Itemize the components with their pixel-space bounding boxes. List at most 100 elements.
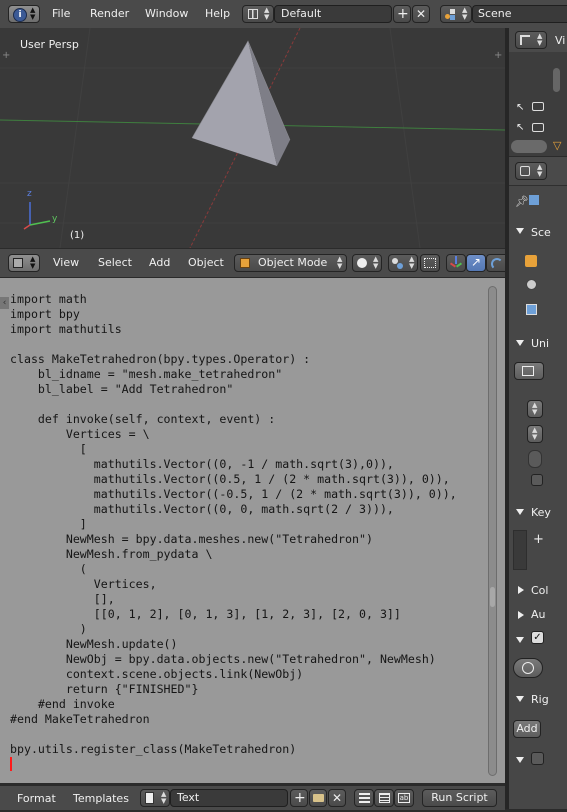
section-expand-icon[interactable]	[516, 340, 524, 346]
units-preset-button[interactable]	[514, 362, 544, 380]
units-dropdown-1[interactable]: ▲ ▼	[527, 400, 543, 418]
code-line[interactable]: import bpy	[10, 307, 457, 322]
code-line[interactable]	[10, 397, 457, 412]
area-corner-arrow[interactable]: ‹	[0, 297, 9, 309]
filter-funnel-icon[interactable]: ▽	[553, 139, 561, 152]
code-line[interactable]: bpy.utils.register_class(MakeTetrahedron…	[10, 742, 457, 757]
rotate-manipulator-button[interactable]	[486, 254, 505, 272]
code-line[interactable]: NewMesh.from_pydata \	[10, 547, 457, 562]
menu-templates[interactable]: Templates	[73, 786, 129, 810]
section-keying-sets[interactable]: Key	[531, 506, 567, 519]
menu-format[interactable]: Format	[17, 786, 56, 810]
code-line[interactable]: bl_label = "Add Tetrahedron"	[10, 382, 457, 397]
scene-name-field[interactable]: Scene	[472, 5, 567, 23]
code-line[interactable]: [	[10, 442, 457, 457]
run-script-button[interactable]: Run Script	[422, 789, 497, 807]
section-audio[interactable]: Au	[531, 608, 567, 621]
code-line[interactable]: return {"FINISHED"}	[10, 682, 457, 697]
code-line[interactable]: [[0, 1, 2], [0, 1, 3], [1, 2, 3], [2, 0,…	[10, 607, 457, 622]
code-line[interactable]: bl_idname = "mesh.make_tetrahedron"	[10, 367, 457, 382]
render-camera-icon[interactable]	[532, 102, 544, 111]
code-line[interactable]: Vertices = \	[10, 427, 457, 442]
select-cursor-icon[interactable]: ↖	[516, 102, 524, 113]
menu-object[interactable]: Object	[188, 249, 224, 277]
code-line[interactable]: mathutils.Vector((0, 0, math.sqrt(2 / 3)…	[10, 502, 457, 517]
code-line[interactable]: mathutils.Vector((-0.5, 1 / (2 * math.sq…	[10, 487, 457, 502]
menu-add[interactable]: Add	[149, 249, 170, 277]
outliner-search-field[interactable]	[511, 140, 547, 153]
section-expand-icon[interactable]	[516, 637, 524, 643]
area-split-plus-icon[interactable]: +	[2, 50, 10, 61]
code-line[interactable]: def invoke(self, context, event) :	[10, 412, 457, 427]
code-line[interactable]: [],	[10, 592, 457, 607]
mode-selector[interactable]: Object Mode ▲ ▼	[234, 254, 347, 272]
gravity-checkbox[interactable]: ✓	[531, 631, 544, 644]
code-line[interactable]: mathutils.Vector((0, -1 / math.sqrt(3),0…	[10, 457, 457, 472]
units-dropdown-2[interactable]: ▲ ▼	[527, 425, 543, 443]
word-wrap-toggle[interactable]	[374, 789, 394, 807]
gravity-vector-button[interactable]	[513, 658, 543, 678]
section-expand-icon[interactable]	[516, 509, 524, 515]
delete-screen-button[interactable]: ✕	[412, 5, 430, 23]
python-script-code[interactable]: import math import bpy import mathutils cl…	[10, 292, 457, 757]
units-checkbox[interactable]	[531, 474, 543, 486]
code-line[interactable]: NewObj = bpy.data.objects.new("Tetrahedr…	[10, 652, 457, 667]
new-text-button[interactable]: +	[290, 789, 308, 807]
section-expand-icon[interactable]	[516, 757, 524, 763]
section-color-management[interactable]: Col	[531, 584, 567, 597]
code-line[interactable]: NewMesh.update()	[10, 637, 457, 652]
keying-sets-list[interactable]	[513, 530, 527, 570]
unlink-text-button[interactable]: ✕	[328, 789, 346, 807]
code-line[interactable]	[10, 727, 457, 742]
plus-icon[interactable]: +	[533, 532, 544, 547]
code-line[interactable]	[10, 337, 457, 352]
section-expand-icon[interactable]	[516, 696, 524, 702]
code-line[interactable]: import math	[10, 292, 457, 307]
open-text-button[interactable]	[309, 789, 327, 807]
transform-manipulator-button[interactable]	[446, 254, 466, 272]
code-line[interactable]: )	[10, 622, 457, 637]
code-line[interactable]: #end invoke	[10, 697, 457, 712]
manipulator-toggle-button[interactable]	[420, 254, 440, 272]
code-line[interactable]: NewMesh = bpy.data.meshes.new("Tetrahedr…	[10, 532, 457, 547]
outliner-editor-type-button[interactable]: ▲ ▼	[515, 31, 547, 49]
menu-file[interactable]: File	[52, 0, 70, 28]
scrollbar-thumb[interactable]	[490, 587, 495, 607]
text-datablock-browse[interactable]: ▲ ▼	[140, 789, 170, 807]
screen-layout-name-field[interactable]: Default	[274, 5, 392, 23]
section-scene[interactable]: Sce	[531, 226, 567, 239]
scene-selector[interactable]: ▲ ▼	[440, 5, 472, 23]
screen-layout-selector[interactable]: ▲ ▼	[242, 5, 274, 23]
code-line[interactable]: Vertices,	[10, 577, 457, 592]
translate-manipulator-button[interactable]: ↗	[466, 254, 486, 272]
simplify-checkbox[interactable]	[531, 752, 544, 765]
scene-world-button[interactable]	[523, 277, 543, 295]
code-line[interactable]: #end MakeTetrahedron	[10, 712, 457, 727]
code-line[interactable]: (	[10, 562, 457, 577]
menu-window[interactable]: Window	[145, 0, 188, 28]
pivot-point-selector[interactable]: ▲ ▼	[388, 254, 418, 272]
code-line[interactable]: mathutils.Vector((0.5, 1 / (2 * math.sqr…	[10, 472, 457, 487]
outliner-scrollbar[interactable]	[553, 68, 560, 92]
add-screen-button[interactable]: +	[393, 5, 411, 23]
text-scrollbar[interactable]	[488, 286, 497, 776]
code-line[interactable]: import mathutils	[10, 322, 457, 337]
select-cursor-icon[interactable]: ↖	[516, 122, 524, 133]
code-line[interactable]: context.scene.objects.link(NewObj)	[10, 667, 457, 682]
scene-camera-button[interactable]	[523, 253, 543, 271]
area-split-plus-icon[interactable]: +	[494, 50, 502, 61]
properties-editor-type-button[interactable]: ▲ ▼	[515, 162, 547, 180]
viewport-shading-selector[interactable]: ▲ ▼	[352, 254, 382, 272]
syntax-highlight-toggle[interactable]: ab	[394, 789, 414, 807]
pin-icon[interactable]: 📌︎	[515, 195, 529, 208]
text-datablock-name-field[interactable]: Text	[170, 789, 288, 807]
code-line[interactable]: class MakeTetrahedron(bpy.types.Operator…	[10, 352, 457, 367]
tetrahedron-mesh[interactable]	[191, 40, 291, 166]
section-collapsed-icon[interactable]	[518, 611, 524, 619]
menu-select[interactable]: Select	[98, 249, 132, 277]
rigid-body-add-button[interactable]: Add	[513, 720, 541, 738]
line-numbers-toggle[interactable]	[354, 789, 374, 807]
scene-render-layer-button[interactable]	[523, 302, 543, 320]
section-collapsed-icon[interactable]	[518, 586, 524, 594]
section-units[interactable]: Uni	[531, 337, 567, 350]
